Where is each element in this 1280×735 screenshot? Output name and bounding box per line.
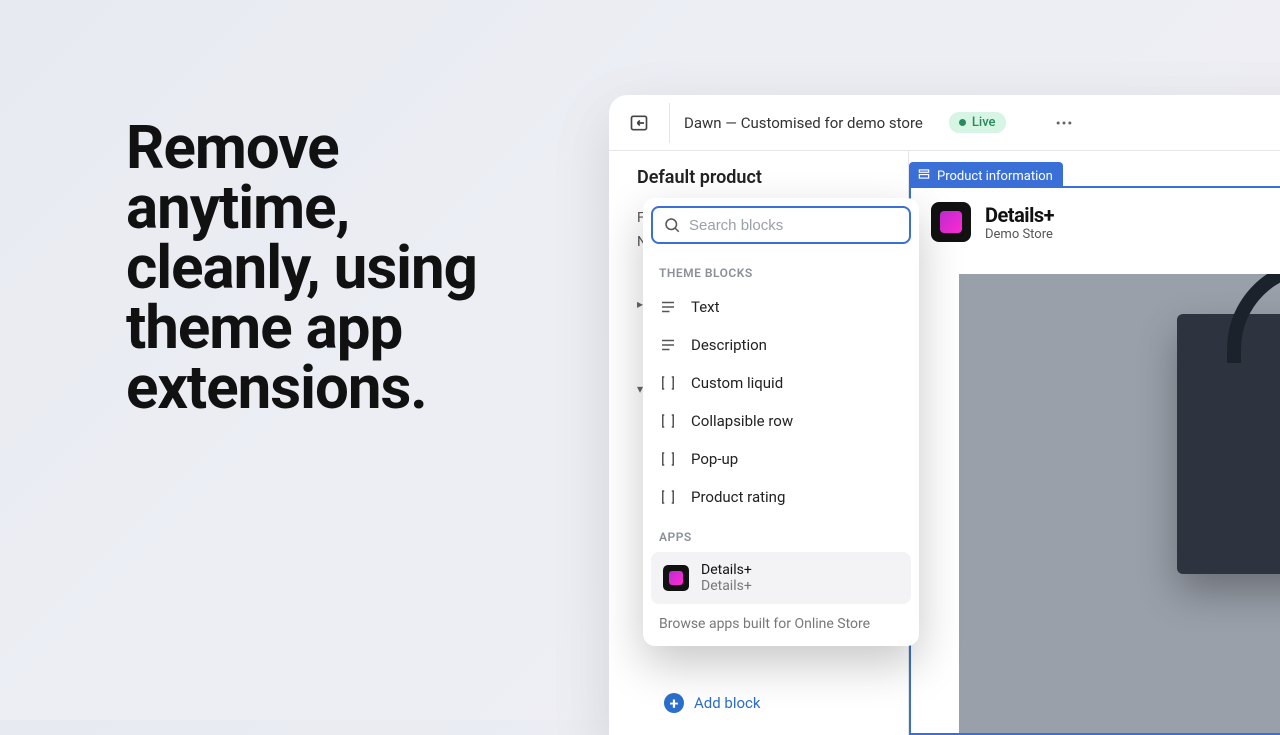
storefront-preview: Details+ Demo Store Home Catal Storeprop xyxy=(909,186,1280,735)
more-actions-button[interactable] xyxy=(1048,107,1080,139)
block-option-label: Description xyxy=(691,336,767,354)
brackets-icon xyxy=(659,412,677,430)
text-lines-icon xyxy=(659,298,677,316)
block-option-label: Product rating xyxy=(691,488,785,506)
brand-subtitle: Demo Store xyxy=(985,227,1054,242)
block-option-text[interactable]: Text xyxy=(643,288,919,326)
preview-pane: Product information Details+ Demo Store … xyxy=(909,151,1280,735)
editor-topbar: Dawn — Customised for demo store Live De… xyxy=(609,95,1280,151)
text-lines-icon xyxy=(659,336,677,354)
store-header: Details+ Demo Store Home Catal xyxy=(911,188,1280,256)
block-option-collapsible-row[interactable]: Collapsible row xyxy=(643,402,919,440)
brackets-icon xyxy=(659,374,677,392)
exit-icon xyxy=(629,113,649,133)
brackets-icon xyxy=(659,488,677,506)
block-option-product-rating[interactable]: Product rating xyxy=(643,478,919,516)
add-block-dropdown: THEME BLOCKS Text Description xyxy=(643,198,919,646)
block-option-label: Collapsible row xyxy=(691,412,793,430)
block-option-popup[interactable]: Pop-up xyxy=(643,440,919,478)
block-option-label: Pop-up xyxy=(691,450,738,468)
dropdown-heading-theme-blocks: THEME BLOCKS xyxy=(643,252,919,288)
brand-name: Details+ xyxy=(985,203,1054,227)
theme-editor-window: Dawn — Customised for demo store Live De… xyxy=(609,95,1280,735)
exit-button[interactable] xyxy=(623,107,655,139)
block-option-description[interactable]: Description xyxy=(643,326,919,364)
ellipsis-icon xyxy=(1054,113,1074,133)
add-block-label: Add block xyxy=(694,694,761,712)
section-icon xyxy=(917,167,931,185)
live-badge: Live xyxy=(949,112,1006,133)
app-option-detailsplus[interactable]: Details+ Details+ xyxy=(651,552,911,604)
dropdown-heading-apps: APPS xyxy=(643,516,919,552)
detailsplus-logo-icon xyxy=(663,565,689,591)
block-option-label: Custom liquid xyxy=(691,374,783,392)
marketing-headline: Remove anytime, cleanly, using theme app… xyxy=(126,118,546,418)
search-icon xyxy=(663,216,681,234)
section-chip-label: Product information xyxy=(937,169,1053,184)
browse-apps-link[interactable]: Browse apps built for Online Store xyxy=(643,604,919,638)
theme-title: Dawn — Customised for demo store xyxy=(684,114,923,132)
plus-icon: + xyxy=(664,693,684,713)
live-dot-icon xyxy=(959,119,966,126)
search-blocks-input[interactable] xyxy=(689,217,899,234)
app-subtitle: Details+ xyxy=(701,578,752,594)
live-label: Live xyxy=(972,115,996,130)
brackets-icon xyxy=(659,450,677,468)
bag-graphic: Storeprop xyxy=(1177,314,1280,574)
search-blocks-input-wrap xyxy=(651,206,911,244)
product-image: Storeprop xyxy=(959,274,1280,733)
divider xyxy=(669,103,670,143)
brand-logo-icon xyxy=(931,202,971,242)
section-title: Default product xyxy=(637,167,890,188)
add-block-button[interactable]: + Add block xyxy=(664,681,761,713)
editor-sidebar: Default product F N ⋮ ≡ ◆ xyxy=(609,151,909,735)
app-name: Details+ xyxy=(701,562,752,578)
block-option-label: Text xyxy=(691,298,720,316)
block-option-custom-liquid[interactable]: Custom liquid xyxy=(643,364,919,402)
